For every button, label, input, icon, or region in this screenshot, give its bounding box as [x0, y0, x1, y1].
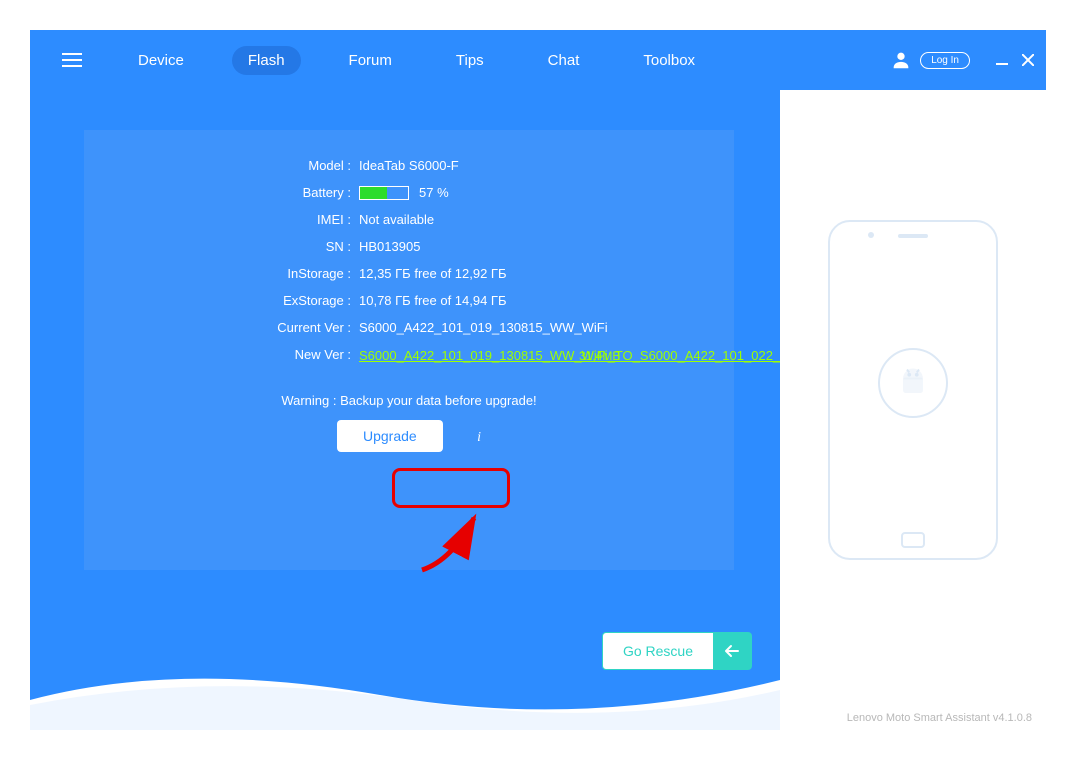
nav-device[interactable]: Device: [122, 46, 200, 75]
label-newver: New Ver :: [84, 347, 359, 362]
highlight-annotation: [392, 468, 510, 508]
android-icon: [878, 348, 948, 418]
header: Device Flash Forum Tips Chat Toolbox Log…: [30, 30, 1046, 90]
value-exstorage: 10,78 ГБ free of 14,94 ГБ: [359, 293, 734, 308]
main-nav: Device Flash Forum Tips Chat Toolbox: [122, 46, 711, 75]
battery-percent: 57 %: [419, 185, 449, 200]
login-button[interactable]: Log In: [920, 52, 970, 69]
value-model: IdeaTab S6000-F: [359, 158, 734, 173]
value-instorage: 12,35 ГБ free of 12,92 ГБ: [359, 266, 734, 281]
phone-speaker-icon: [898, 234, 928, 238]
phone-illustration: [828, 220, 998, 560]
right-pane: Lenovo Moto Smart Assistant v4.1.0.8: [780, 90, 1046, 730]
value-battery: 57 %: [359, 185, 734, 200]
newver-link[interactable]: S6000_A422_101_019_130815_WW_WiFi_TO_S60…: [359, 347, 559, 365]
window-controls: [996, 54, 1034, 66]
menu-icon[interactable]: [62, 53, 82, 67]
close-icon[interactable]: [1022, 54, 1034, 66]
label-instorage: InStorage :: [84, 266, 359, 281]
wave-decoration: [30, 650, 780, 730]
app-window: Device Flash Forum Tips Chat Toolbox Log…: [30, 30, 1046, 730]
label-battery: Battery :: [84, 185, 359, 200]
left-pane: Model :IdeaTab S6000-F Battery : 57 % IME…: [30, 90, 780, 730]
nav-toolbox[interactable]: Toolbox: [627, 46, 711, 75]
newver-size: 31,4MB: [579, 349, 620, 363]
header-right: Log In: [890, 49, 1034, 71]
label-exstorage: ExStorage :: [84, 293, 359, 308]
battery-fill: [360, 187, 387, 199]
info-icon[interactable]: i: [477, 430, 481, 445]
device-info-panel: Model :IdeaTab S6000-F Battery : 57 % IME…: [84, 130, 734, 570]
value-sn: HB013905: [359, 239, 734, 254]
user-icon[interactable]: [890, 49, 912, 71]
nav-forum[interactable]: Forum: [333, 46, 408, 75]
nav-flash[interactable]: Flash: [232, 46, 301, 75]
label-model: Model :: [84, 158, 359, 173]
label-currentver: Current Ver :: [84, 320, 359, 335]
phone-home-icon: [901, 532, 925, 548]
label-sn: SN :: [84, 239, 359, 254]
value-imei: Not available: [359, 212, 734, 227]
minimize-icon[interactable]: [996, 54, 1008, 66]
phone-camera-icon: [868, 232, 874, 238]
upgrade-button[interactable]: Upgrade: [337, 420, 443, 452]
value-currentver: S6000_A422_101_019_130815_WW_WiFi: [359, 320, 734, 335]
warning-text: Warning : Backup your data before upgrad…: [84, 393, 734, 408]
value-newver: S6000_A422_101_019_130815_WW_WiFi_TO_S60…: [359, 347, 734, 365]
arrow-annotation: [402, 500, 502, 580]
upgrade-wrap: Upgrade i: [84, 420, 734, 452]
footer-version: Lenovo Moto Smart Assistant v4.1.0.8: [847, 712, 1032, 724]
label-imei: IMEI :: [84, 212, 359, 227]
nav-chat[interactable]: Chat: [532, 46, 596, 75]
nav-tips[interactable]: Tips: [440, 46, 500, 75]
battery-bar: [359, 186, 409, 200]
content: Model :IdeaTab S6000-F Battery : 57 % IME…: [30, 90, 1046, 730]
